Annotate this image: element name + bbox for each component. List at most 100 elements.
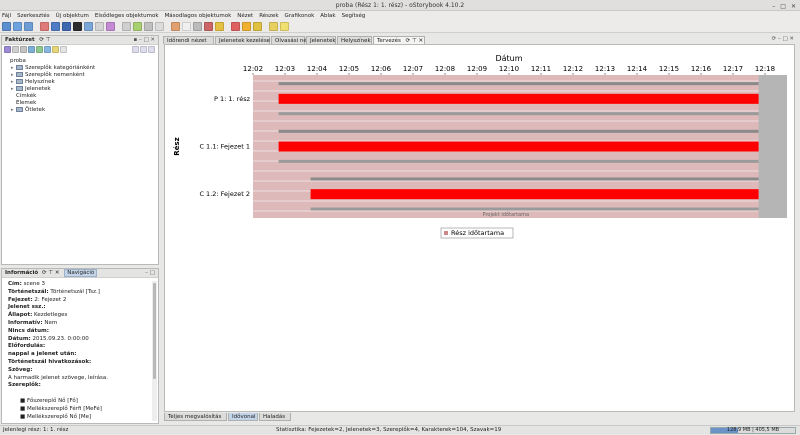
project-duration-annotation: Projekt időtartama — [483, 212, 530, 218]
bulb-icon[interactable] — [280, 21, 289, 31]
tab-0[interactable]: Időrendi nézet — [163, 36, 214, 44]
save-icon[interactable] — [24, 21, 33, 31]
memoria-icon[interactable] — [231, 21, 240, 31]
expand-all-icon[interactable] — [132, 46, 139, 53]
chrono-icon[interactable] — [182, 21, 191, 31]
timeline-icon[interactable] — [171, 21, 180, 31]
filter-icon[interactable] — [60, 46, 67, 53]
y-category-label: P 1: 1. rész — [214, 95, 251, 103]
menu-item-1[interactable]: Szerkesztés — [17, 13, 50, 19]
tree-item[interactable]: ▸ Jelenetek — [11, 86, 51, 93]
list-icon[interactable] — [12, 46, 19, 53]
tab-5[interactable]: Tervezés ⟳ ⊤ ✕ — [373, 36, 425, 44]
minimize-panel-icon[interactable]: – — [145, 270, 148, 276]
refresh-icon[interactable]: ⟳ — [42, 270, 47, 276]
x-tick-label: 12:06 — [371, 65, 392, 73]
tree-settings-icon[interactable] — [148, 46, 155, 53]
tree-item[interactable]: Címkék — [11, 93, 36, 100]
dock-icon[interactable]: ▪ — [133, 37, 137, 43]
maximize-panel-icon[interactable]: □ — [143, 37, 148, 43]
tag-icon[interactable] — [44, 46, 51, 53]
minimize-panel-icon[interactable]: – — [778, 36, 781, 42]
duration-bar[interactable] — [310, 189, 759, 200]
menu-item-0[interactable]: Fájl — [2, 13, 11, 19]
refresh-icon[interactable]: ⟳ — [39, 37, 44, 43]
maximize-panel-icon[interactable]: □ — [782, 36, 787, 42]
info-value: 2015.09.23. 0:00:00 — [30, 335, 89, 342]
strands-icon[interactable] — [144, 21, 153, 31]
location-icon[interactable] — [28, 46, 35, 53]
duration-bar[interactable] — [278, 141, 759, 152]
tree-item-label: Ötletek — [25, 107, 46, 113]
collapse-all-icon[interactable] — [140, 46, 147, 53]
tree-item[interactable]: Elemek — [11, 100, 36, 107]
menu-item-7[interactable]: Grafikonok — [285, 13, 315, 19]
menu-item-8[interactable]: Ablak — [320, 13, 335, 19]
info-value: ■ Mellékszereplő Férfi [MeFé] — [20, 405, 102, 412]
minimize-panel-icon[interactable]: – — [139, 37, 142, 43]
memo-icon[interactable] — [133, 21, 142, 31]
menu-item-6[interactable]: Részek — [259, 13, 278, 19]
bottom-tabbar: Teljes megvalósítás Idővonal Haladás — [164, 413, 795, 422]
pin-icon[interactable]: ⊤ — [46, 37, 51, 43]
duration-bar[interactable] — [278, 93, 759, 104]
chart-title: Dátum — [495, 54, 522, 63]
scene-icon[interactable] — [36, 46, 43, 53]
refresh-icon[interactable]: ⟳ — [772, 36, 777, 42]
toolbar — [0, 20, 800, 33]
folder-icon — [16, 79, 23, 84]
reading-icon[interactable] — [215, 21, 224, 31]
bug-icon[interactable] — [73, 21, 82, 31]
tree-item[interactable]: proba — [5, 58, 26, 65]
idea-icon[interactable] — [52, 46, 59, 53]
menu-item-9[interactable]: Segítség — [342, 13, 366, 19]
tab-1[interactable]: Jelenetek kezelése — [215, 36, 270, 44]
tree-item[interactable]: ▸ Szereplők nemenként — [11, 72, 85, 79]
x-tick-label: 12:12 — [563, 65, 583, 73]
y-axis-label: Rész — [173, 137, 181, 155]
memory-gauge[interactable]: 128,9 MB | 405,5 MB — [710, 427, 796, 434]
chapters-icon[interactable] — [51, 21, 60, 31]
menu-item-4[interactable]: Másodlagos objektumok — [165, 13, 232, 19]
locations-icon[interactable] — [84, 21, 93, 31]
pin-icon[interactable]: ⊤ — [48, 270, 53, 276]
scenes-icon[interactable] — [62, 21, 71, 31]
tab-3[interactable]: Jelenetek — [306, 36, 336, 44]
tab-4[interactable]: Helyszínek — [337, 36, 372, 44]
maximize-panel-icon[interactable]: □ — [150, 270, 155, 276]
close-panel-icon[interactable]: ✕ — [789, 36, 794, 42]
bottom-tab-1[interactable]: Idővonal — [228, 413, 258, 421]
new-file-icon[interactable] — [2, 21, 11, 31]
menu-item-5[interactable]: Nézet — [237, 13, 253, 19]
arrow-right-icon[interactable] — [253, 21, 262, 31]
parts-icon[interactable] — [155, 21, 164, 31]
menu-bar: Fájl Szerkesztés Új objektum Elsődleges obj… — [0, 11, 800, 20]
close-panel-icon[interactable]: ✕ — [150, 37, 155, 43]
tree-item[interactable]: ▸ Ötletek — [11, 107, 45, 114]
tree-item[interactable]: ▸ Helyszínek — [11, 79, 55, 86]
tab-2[interactable]: Olvasási nézet — [271, 36, 315, 44]
close-info-tab-icon[interactable]: ✕ — [55, 270, 60, 276]
menu-item-2[interactable]: Új objektum — [56, 13, 89, 19]
items-icon[interactable] — [95, 21, 104, 31]
info-scrollbar[interactable] — [152, 281, 157, 421]
manage-icon[interactable] — [204, 21, 213, 31]
characters-icon[interactable] — [40, 21, 49, 31]
bottom-tab-0[interactable]: Teljes megvalósítás — [164, 413, 227, 421]
menu-item-3[interactable]: Elsődleges objektumok — [95, 13, 159, 19]
refresh-icon[interactable] — [269, 21, 278, 31]
info-label: nappal a jelenet után: — [8, 351, 77, 358]
tags-icon[interactable] — [106, 21, 115, 31]
book-icon[interactable] — [20, 46, 27, 53]
info-scrollbar-thumb[interactable] — [153, 283, 156, 379]
book-icon[interactable] — [193, 21, 202, 31]
navigation-tab[interactable]: Navigáció — [64, 269, 98, 277]
info-tab[interactable]: Információ — [5, 270, 38, 276]
arrow-left-icon[interactable] — [242, 21, 251, 31]
bottom-tab-2[interactable]: Haladás — [259, 413, 291, 421]
legend: Rész időtartama — [440, 227, 514, 239]
tree-item[interactable]: ▸ Szereplők kategóriánként — [11, 65, 95, 72]
ideas-icon[interactable] — [122, 21, 131, 31]
open-file-icon[interactable] — [13, 21, 22, 31]
characters-icon[interactable] — [4, 46, 11, 53]
